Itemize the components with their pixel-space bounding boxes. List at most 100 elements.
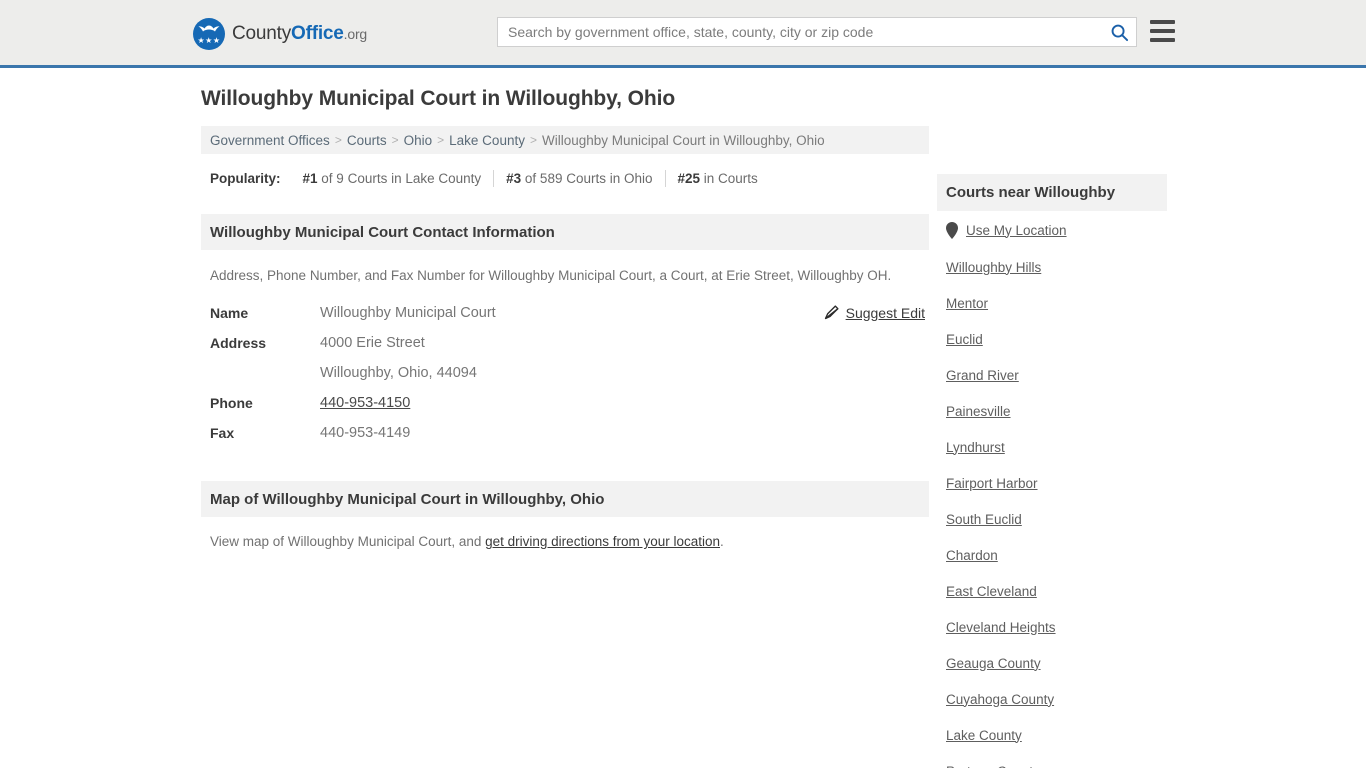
breadcrumb-separator: > bbox=[437, 133, 445, 147]
sidebar-link[interactable]: Lyndhurst bbox=[946, 440, 1005, 455]
sidebar-item-geauga-county[interactable]: Geauga County bbox=[937, 645, 1167, 681]
map-pin-icon bbox=[946, 221, 958, 239]
popularity-rank-state: #3 bbox=[506, 170, 522, 186]
breadcrumb-item-current: Willoughby Municipal Court in Willoughby… bbox=[541, 132, 825, 148]
search-bar bbox=[497, 17, 1137, 47]
map-section-header: Map of Willoughby Municipal Court in Wil… bbox=[201, 481, 929, 517]
popularity-label: Popularity: bbox=[210, 170, 281, 186]
contact-row-address: Address 4000 Erie Street bbox=[210, 332, 929, 362]
sidebar: Courts near Willoughby Use My Location W… bbox=[937, 174, 1167, 768]
sidebar-item-euclid[interactable]: Euclid bbox=[937, 321, 1167, 357]
contact-value-address-street: 4000 Erie Street bbox=[320, 335, 425, 351]
popularity-rank-county: #1 bbox=[302, 170, 318, 186]
sidebar-item-use-my-location[interactable]: Use My Location bbox=[937, 211, 1167, 249]
sidebar-item-willoughby-hills[interactable]: Willoughby Hills bbox=[937, 249, 1167, 285]
driving-directions-link[interactable]: get driving directions from your locatio… bbox=[485, 534, 720, 549]
sidebar-link[interactable]: Portage County bbox=[946, 764, 1040, 768]
contact-label-address: Address bbox=[210, 335, 267, 351]
breadcrumb-item-ohio[interactable]: Ohio bbox=[404, 133, 433, 148]
sidebar-item-cleveland-heights[interactable]: Cleveland Heights bbox=[937, 609, 1167, 645]
sidebar-link[interactable]: South Euclid bbox=[946, 512, 1022, 527]
contact-section-description: Address, Phone Number, and Fax Number fo… bbox=[210, 268, 892, 283]
suggest-edit-button[interactable]: Suggest Edit bbox=[823, 304, 925, 321]
breadcrumb-separator: > bbox=[529, 133, 537, 147]
map-desc-text-before: View map of Willoughby Municipal Court, … bbox=[210, 534, 486, 549]
contact-section-heading: Willoughby Municipal Court Contact Infor… bbox=[210, 223, 555, 241]
search-icon bbox=[1111, 24, 1128, 41]
sidebar-link[interactable]: Chardon bbox=[946, 548, 998, 563]
popularity-text-county: of 9 Courts in Lake County bbox=[317, 170, 482, 186]
sidebar-item-east-cleveland[interactable]: East Cleveland bbox=[937, 573, 1167, 609]
breadcrumb-separator: > bbox=[334, 133, 342, 147]
breadcrumb-item-government-offices[interactable]: Government Offices bbox=[210, 133, 330, 148]
contact-value-phone[interactable]: 440-953-4150 bbox=[320, 395, 410, 411]
breadcrumb: Government Offices > Courts > Ohio > Lak… bbox=[201, 126, 929, 154]
sidebar-item-grand-river[interactable]: Grand River bbox=[937, 357, 1167, 393]
sidebar-item-fairport-harbor[interactable]: Fairport Harbor bbox=[937, 465, 1167, 501]
logo-wordmark: CountyOffice.org bbox=[232, 23, 367, 45]
sidebar-link[interactable]: Lake County bbox=[946, 728, 1022, 743]
sidebar-list: Use My Location Willoughby Hills Mentor … bbox=[937, 211, 1167, 768]
search-input[interactable] bbox=[498, 18, 1102, 46]
popularity-row: Popularity: #1 of 9 Courts in Lake Count… bbox=[210, 163, 929, 193]
popularity-item-county: #1 of 9 Courts in Lake County bbox=[291, 171, 494, 186]
logo-tld: .org bbox=[343, 26, 368, 42]
eagle-shield-icon: ★★★ bbox=[193, 18, 225, 50]
sidebar-link[interactable]: East Cleveland bbox=[946, 584, 1037, 599]
pencil-edit-icon bbox=[824, 305, 839, 320]
contact-details: Suggest Edit Name Willoughby Municipal C… bbox=[210, 302, 929, 452]
contact-section-header: Willoughby Municipal Court Contact Infor… bbox=[201, 214, 929, 250]
contact-value-fax: 440-953-4149 bbox=[320, 425, 411, 441]
logo-stars: ★★★ bbox=[197, 36, 221, 45]
sidebar-item-chardon[interactable]: Chardon bbox=[937, 537, 1167, 573]
site-header: ★★★ CountyOffice.org bbox=[0, 0, 1366, 68]
contact-row-fax: Fax 440-953-4149 bbox=[210, 422, 929, 452]
popularity-item-state: #3 of 589 Courts in Ohio bbox=[494, 171, 664, 186]
breadcrumb-separator: > bbox=[391, 133, 399, 147]
popularity-text-category: in Courts bbox=[700, 170, 758, 186]
sidebar-link[interactable]: Willoughby Hills bbox=[946, 260, 1041, 275]
sidebar-link[interactable]: Grand River bbox=[946, 368, 1019, 383]
sidebar-item-painesville[interactable]: Painesville bbox=[937, 393, 1167, 429]
popularity-item-category: #25 in Courts bbox=[666, 171, 770, 186]
map-section-heading: Map of Willoughby Municipal Court in Wil… bbox=[210, 490, 605, 508]
hamburger-menu-icon[interactable] bbox=[1150, 20, 1175, 42]
sidebar-link[interactable]: Cuyahoga County bbox=[946, 692, 1054, 707]
main-column: Willoughby Municipal Court in Willoughby… bbox=[201, 86, 929, 549]
sidebar-header: Courts near Willoughby bbox=[937, 174, 1167, 211]
page-title: Willoughby Municipal Court in Willoughby… bbox=[201, 87, 676, 110]
eagle-glyph bbox=[198, 25, 220, 32]
sidebar-item-lyndhurst[interactable]: Lyndhurst bbox=[937, 429, 1167, 465]
breadcrumb-item-lake-county[interactable]: Lake County bbox=[449, 133, 525, 148]
use-my-location-link[interactable]: Use My Location bbox=[966, 223, 1067, 238]
breadcrumb-item-courts[interactable]: Courts bbox=[347, 133, 387, 148]
sidebar-item-cuyahoga-county[interactable]: Cuyahoga County bbox=[937, 681, 1167, 717]
content-container: Willoughby Municipal Court in Willoughby… bbox=[193, 68, 1173, 768]
sidebar-heading: Courts near Willoughby bbox=[946, 184, 1116, 201]
contact-label-fax: Fax bbox=[210, 425, 235, 441]
menu-bar-3 bbox=[1150, 38, 1175, 42]
popularity-rank-category: #25 bbox=[677, 170, 701, 186]
contact-row-phone: Phone 440-953-4150 bbox=[210, 392, 929, 422]
menu-bar-2 bbox=[1150, 29, 1175, 33]
sidebar-link[interactable]: Mentor bbox=[946, 296, 988, 311]
site-logo[interactable]: ★★★ CountyOffice.org bbox=[193, 18, 367, 50]
sidebar-link[interactable]: Euclid bbox=[946, 332, 983, 347]
search-button[interactable] bbox=[1102, 18, 1136, 46]
map-desc-text-after: . bbox=[720, 534, 724, 549]
logo-name-part2: Office bbox=[291, 23, 344, 44]
sidebar-item-lake-county[interactable]: Lake County bbox=[937, 717, 1167, 753]
contact-value-phone-wrap: 440-953-4150 bbox=[320, 392, 410, 414]
sidebar-link[interactable]: Fairport Harbor bbox=[946, 476, 1038, 491]
sidebar-link[interactable]: Cleveland Heights bbox=[946, 620, 1056, 635]
menu-bar-1 bbox=[1150, 20, 1175, 24]
sidebar-link[interactable]: Geauga County bbox=[946, 656, 1041, 671]
page-body: Willoughby Municipal Court in Willoughby… bbox=[0, 68, 1366, 768]
sidebar-link[interactable]: Painesville bbox=[946, 404, 1011, 419]
popularity-text-state: of 589 Courts in Ohio bbox=[521, 170, 653, 186]
contact-value-name: Willoughby Municipal Court bbox=[320, 305, 496, 321]
sidebar-item-south-euclid[interactable]: South Euclid bbox=[937, 501, 1167, 537]
sidebar-item-portage-county[interactable]: Portage County bbox=[937, 753, 1167, 768]
sidebar-item-mentor[interactable]: Mentor bbox=[937, 285, 1167, 321]
logo-name-part1: County bbox=[232, 23, 292, 44]
